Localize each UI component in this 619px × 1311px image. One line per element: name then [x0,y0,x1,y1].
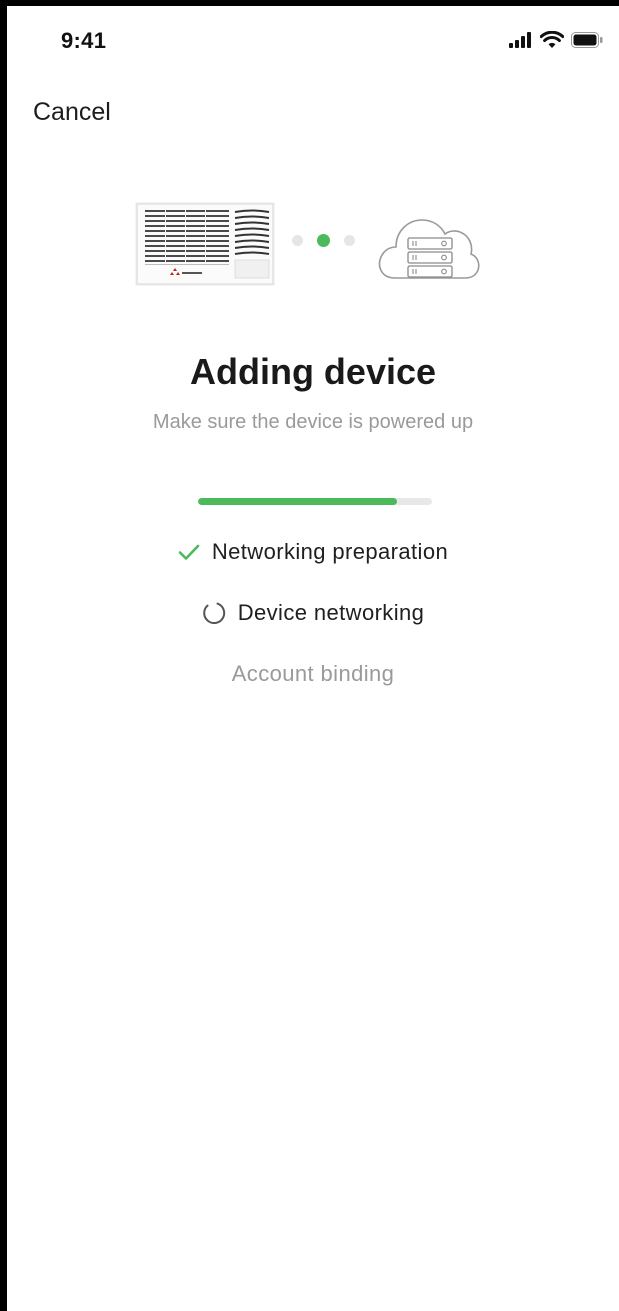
step-account-binding: Account binding [7,661,619,687]
step-device-networking: Device networking [7,600,619,626]
pairing-illustration [135,202,485,294]
progress-dot-2-active [317,234,330,247]
step-networking-preparation: Networking preparation [7,539,619,565]
signal-icon [509,32,533,53]
progress-dot-3 [344,235,355,246]
page-title: Adding device [189,351,437,392]
page-subtitle: Make sure the device is powered up [152,411,474,433]
battery-icon [571,32,603,53]
step-label: Networking preparation [211,539,449,564]
status-icons [509,30,603,54]
cancel-button[interactable]: Cancel [33,98,111,127]
status-time: 9:41 [61,28,107,53]
cloud-server-icon [378,219,480,279]
status-bar: 9:41 [7,6,619,66]
step-label: Device networking [237,600,425,625]
progress-bar-fill [198,498,397,505]
checkmark-icon [178,543,200,561]
air-conditioner-image [135,202,275,286]
wifi-icon [539,30,565,54]
screen: 9:41 Cancel Adding device Make sure the … [7,6,619,1311]
step-label: Account binding [231,661,395,686]
progress-bar [198,498,432,505]
progress-dot-1 [292,235,303,246]
loading-spinner-icon [202,601,226,625]
